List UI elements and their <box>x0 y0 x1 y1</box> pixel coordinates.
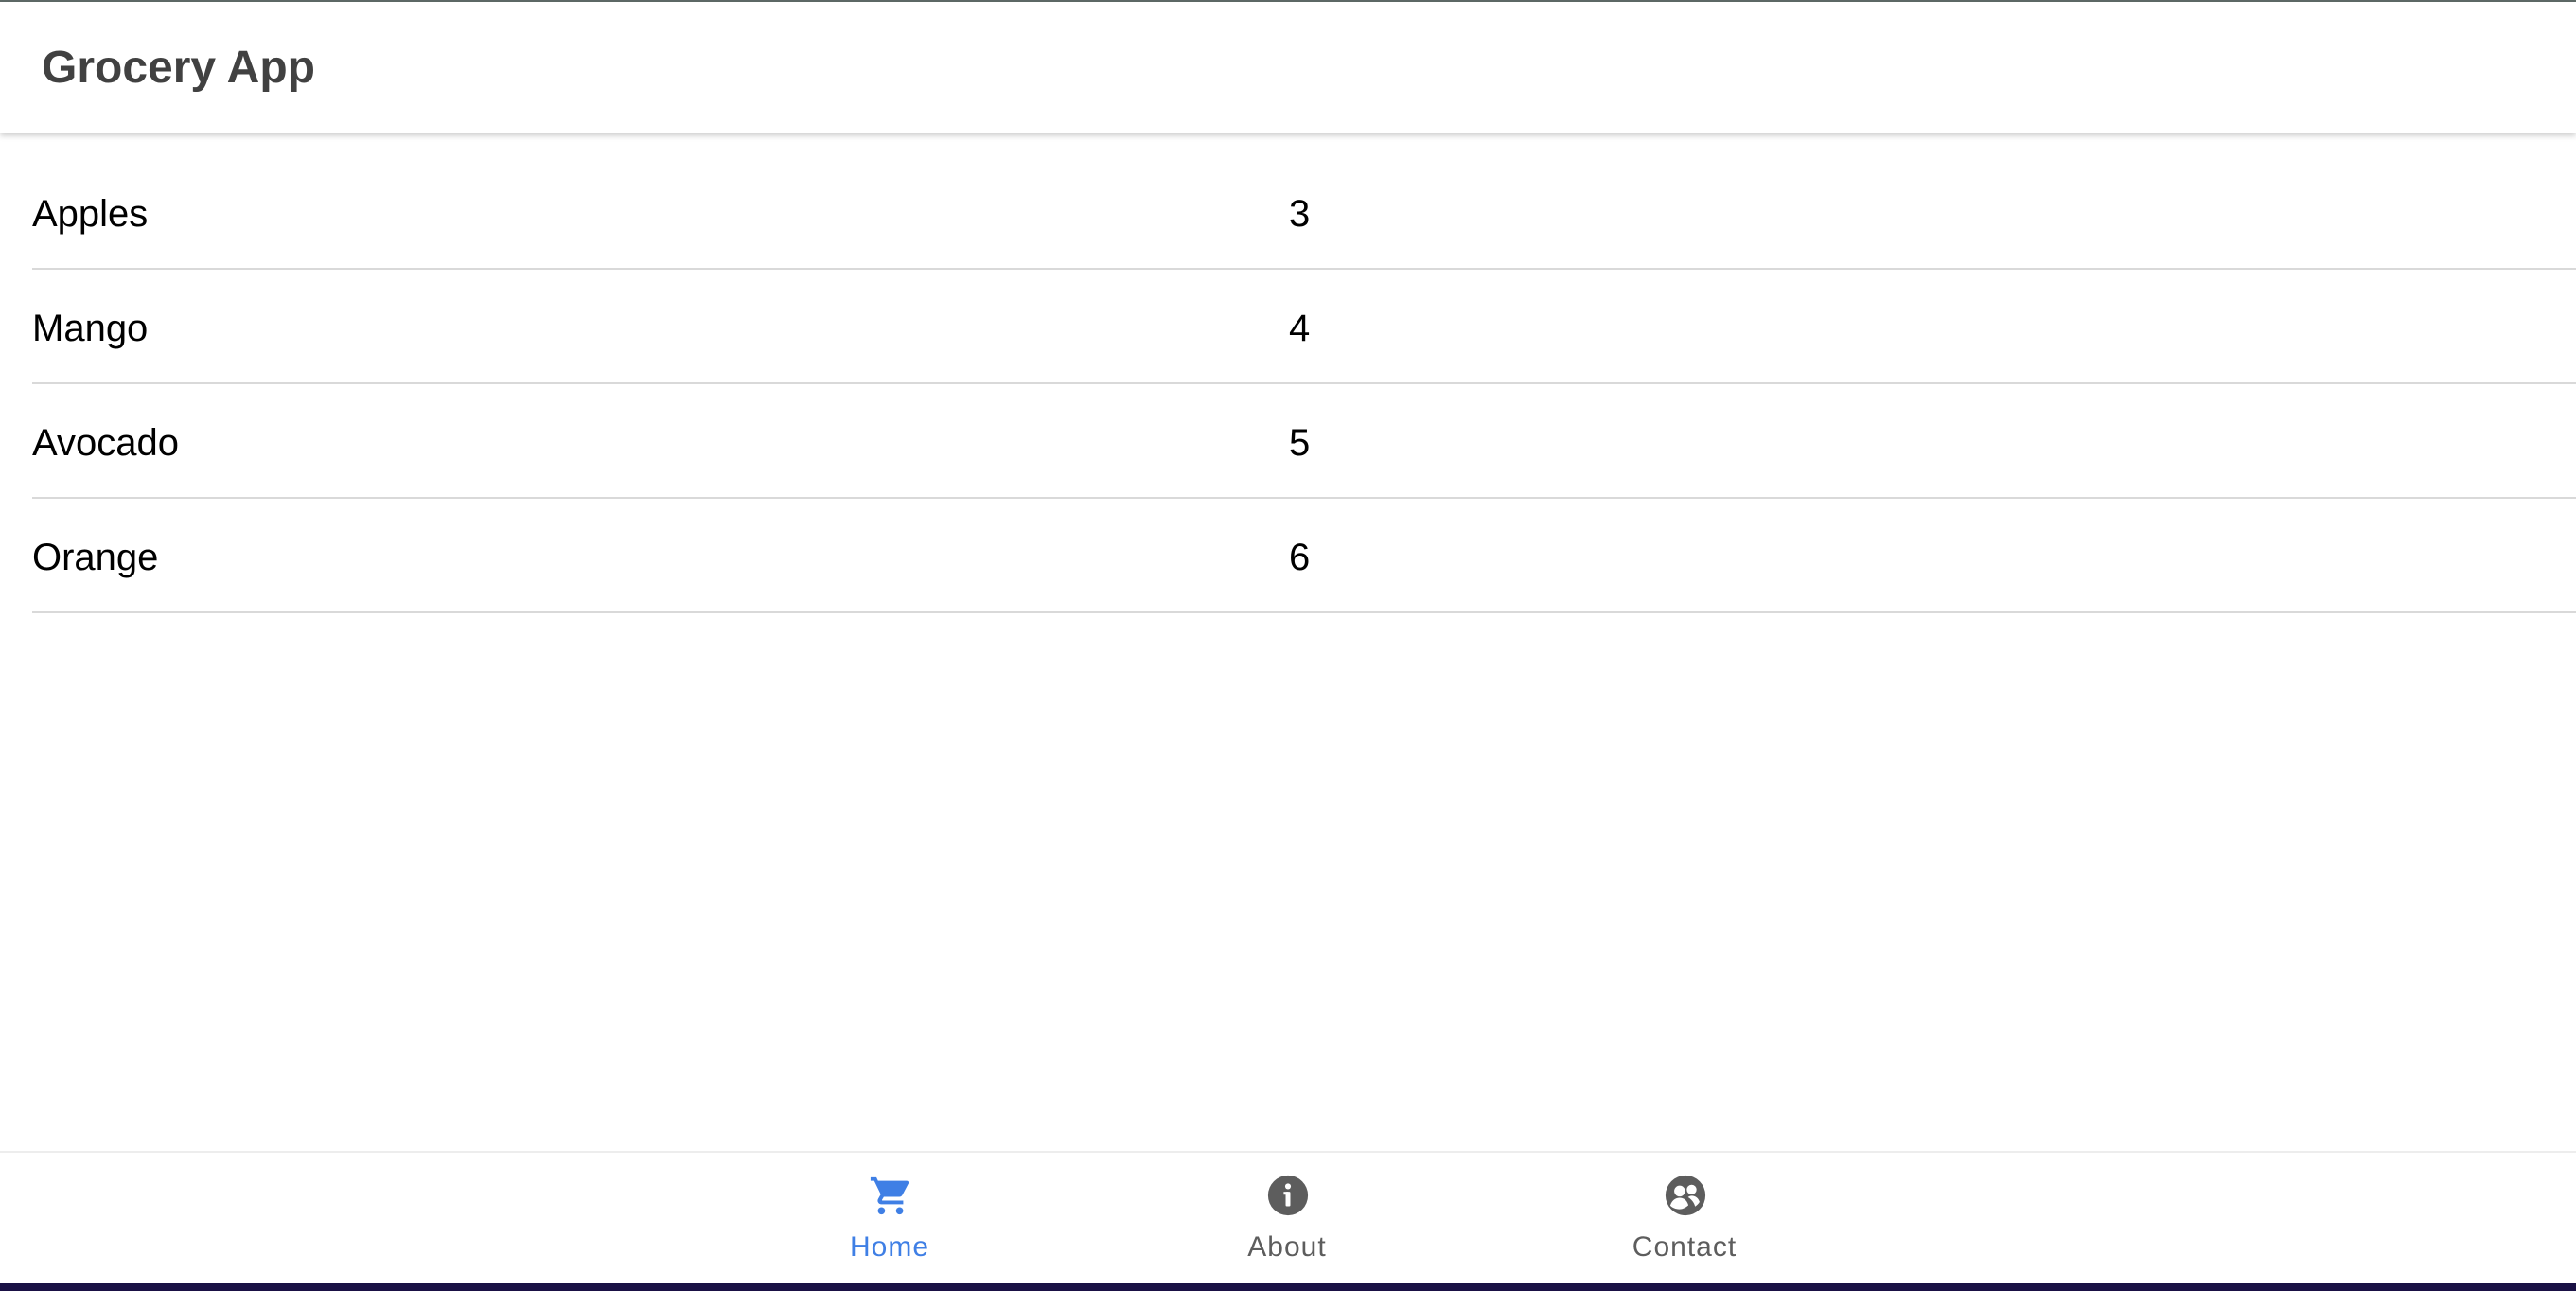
list-item[interactable]: Orange 6 <box>32 499 2576 613</box>
nav-tab-home[interactable]: Home <box>748 1153 1032 1285</box>
nav-label-contact: Contact <box>1632 1231 1738 1263</box>
item-quantity: 5 <box>1289 422 1311 464</box>
desktop-edge-strip <box>0 1283 2576 1291</box>
list-item[interactable]: Avocado 5 <box>32 384 2576 499</box>
nav-label-home: Home <box>849 1231 930 1263</box>
item-quantity: 4 <box>1289 308 1311 349</box>
nav-tab-contact[interactable]: Contact <box>1543 1153 1826 1285</box>
item-name: Apples <box>32 193 149 235</box>
item-name: Orange <box>32 537 159 578</box>
bottom-navigation: Home About Contact <box>0 1151 2576 1285</box>
nav-label-about: About <box>1247 1231 1327 1263</box>
grocery-list: Apples 3 Mango 4 Avocado 5 Orange 6 <box>32 155 2576 613</box>
nav-tab-about[interactable]: About <box>1145 1153 1429 1285</box>
list-item[interactable]: Apples 3 <box>32 155 2576 270</box>
item-name: Mango <box>32 308 149 349</box>
info-icon <box>1267 1175 1309 1216</box>
cart-icon <box>870 1176 909 1215</box>
list-item[interactable]: Mango 4 <box>32 270 2576 384</box>
app-bar: Grocery App <box>0 2 2576 133</box>
contact-icon <box>1665 1175 1706 1216</box>
item-quantity: 6 <box>1289 537 1311 578</box>
app-title: Grocery App <box>42 43 315 93</box>
item-quantity: 3 <box>1289 193 1311 235</box>
item-name: Avocado <box>32 422 179 464</box>
